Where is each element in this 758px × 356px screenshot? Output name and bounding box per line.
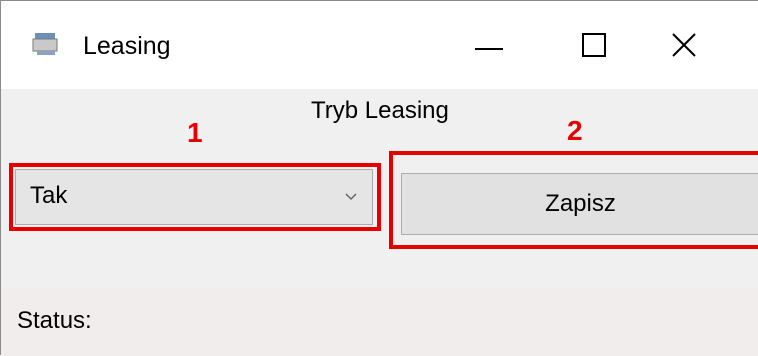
status-label: Status:	[17, 307, 92, 334]
annotation-marker-1: 1	[187, 117, 203, 148]
close-icon	[672, 33, 696, 57]
maximize-button[interactable]	[557, 13, 637, 77]
minimize-button[interactable]	[457, 13, 537, 77]
window-title: Leasing	[83, 32, 171, 60]
status-bar: Status:	[1, 287, 758, 356]
app-icon	[31, 29, 61, 59]
minimize-icon	[475, 48, 503, 50]
close-button[interactable]	[657, 13, 737, 77]
mode-label: Tryb Leasing	[311, 97, 449, 124]
highlight-box-1	[9, 163, 381, 231]
title-bar: Leasing	[1, 1, 758, 89]
annotation-marker-2: 2	[567, 115, 583, 146]
highlight-box-2	[389, 151, 758, 249]
app-window: Leasing Tryb Leasing 1 2 Tak Zapisz Stat…	[0, 0, 758, 356]
maximize-icon	[582, 33, 606, 57]
